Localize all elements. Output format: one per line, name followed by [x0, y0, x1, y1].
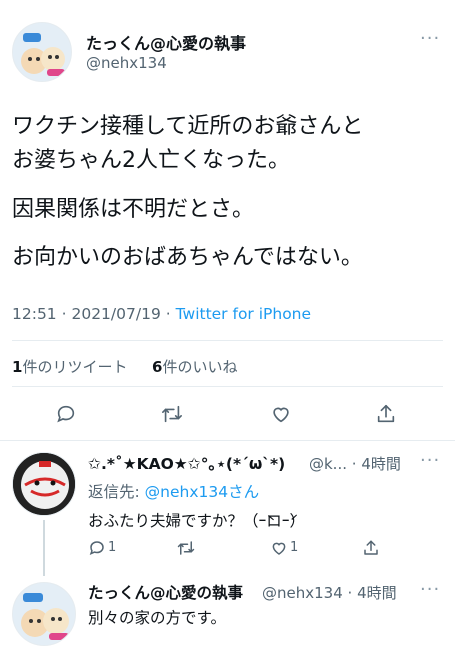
more-options-icon[interactable]: ··· — [420, 28, 440, 49]
retweets-count: 1 — [12, 358, 23, 376]
reply-display-name[interactable]: ✩.*˚★KAO★✩°｡⋆(*´ω`*) — [88, 452, 285, 474]
tweet-text-line-1: ワクチン接種して近所のお爺さんと — [12, 114, 364, 139]
retweet-icon[interactable] — [176, 539, 196, 557]
divider — [12, 340, 443, 341]
tweet-time[interactable]: 12:51 — [12, 305, 57, 323]
divider — [12, 386, 443, 387]
reply-icon[interactable] — [55, 403, 77, 425]
tweet-meta: 12:51 · 2021/07/19 · Twitter for iPhone — [12, 305, 312, 323]
reply-avatar[interactable] — [12, 452, 76, 516]
reply-handle: @k... · 4時間 — [309, 455, 401, 473]
share-icon[interactable] — [375, 403, 397, 425]
more-options-icon[interactable]: ··· — [420, 579, 440, 600]
retweets-stat[interactable]: 1件のリツイート — [12, 356, 127, 377]
reply-count: 1 — [108, 540, 117, 555]
more-options-icon[interactable]: ··· — [420, 450, 440, 471]
tweet-date[interactable]: 2021/07/19 — [71, 305, 160, 323]
reply-to-label: 返信先: — [88, 483, 145, 501]
retweets-label: 件のリツイート — [22, 358, 128, 376]
thread-line — [43, 520, 45, 576]
tweet-source-link[interactable]: Twitter for iPhone — [176, 305, 311, 323]
tweet-text-line-3: 因果関係は不明だとさ。 — [12, 197, 255, 222]
reply-handle-text[interactable]: @nehx134 — [262, 584, 343, 602]
author-handle[interactable]: @nehx134 — [86, 54, 167, 72]
author-avatar[interactable] — [12, 22, 72, 82]
reply-text: おふたり夫婦ですか？（ｰ̀ロｰ́） — [88, 512, 306, 530]
reply-display-name[interactable]: たっくん@心愛の執事 — [88, 581, 243, 603]
reply-icon[interactable] — [88, 539, 106, 557]
like-count: 1 — [290, 540, 299, 555]
reply-text: 別々の家の方です。 — [88, 609, 226, 627]
tweet-text-line-2: お婆ちゃん2人亡くなった。 — [12, 148, 290, 173]
tweet-text-line-4: お向かいのおばあちゃんではない。 — [12, 245, 363, 270]
reply-handle: @nehx134 · 4時間 — [262, 584, 397, 602]
likes-count: 6 — [152, 358, 163, 376]
retweet-icon[interactable] — [160, 403, 184, 425]
reply-time[interactable]: 4時間 — [357, 584, 397, 602]
likes-label: 件のいいね — [162, 358, 238, 376]
reply-handle-text[interactable]: @k... — [309, 455, 347, 473]
reply-time[interactable]: 4時間 — [361, 455, 401, 473]
likes-stat[interactable]: 6件のいいね — [152, 356, 237, 377]
divider — [0, 440, 455, 441]
heart-icon[interactable] — [270, 539, 288, 557]
reply-avatar[interactable] — [12, 582, 76, 646]
reply-to-line: 返信先: @nehx134さん — [88, 480, 259, 502]
author-display-name[interactable]: たっくん@心愛の執事 — [86, 30, 246, 54]
share-icon[interactable] — [362, 539, 380, 557]
heart-icon[interactable] — [270, 403, 292, 425]
reply-to-handle[interactable]: @nehx134さん — [145, 483, 259, 501]
